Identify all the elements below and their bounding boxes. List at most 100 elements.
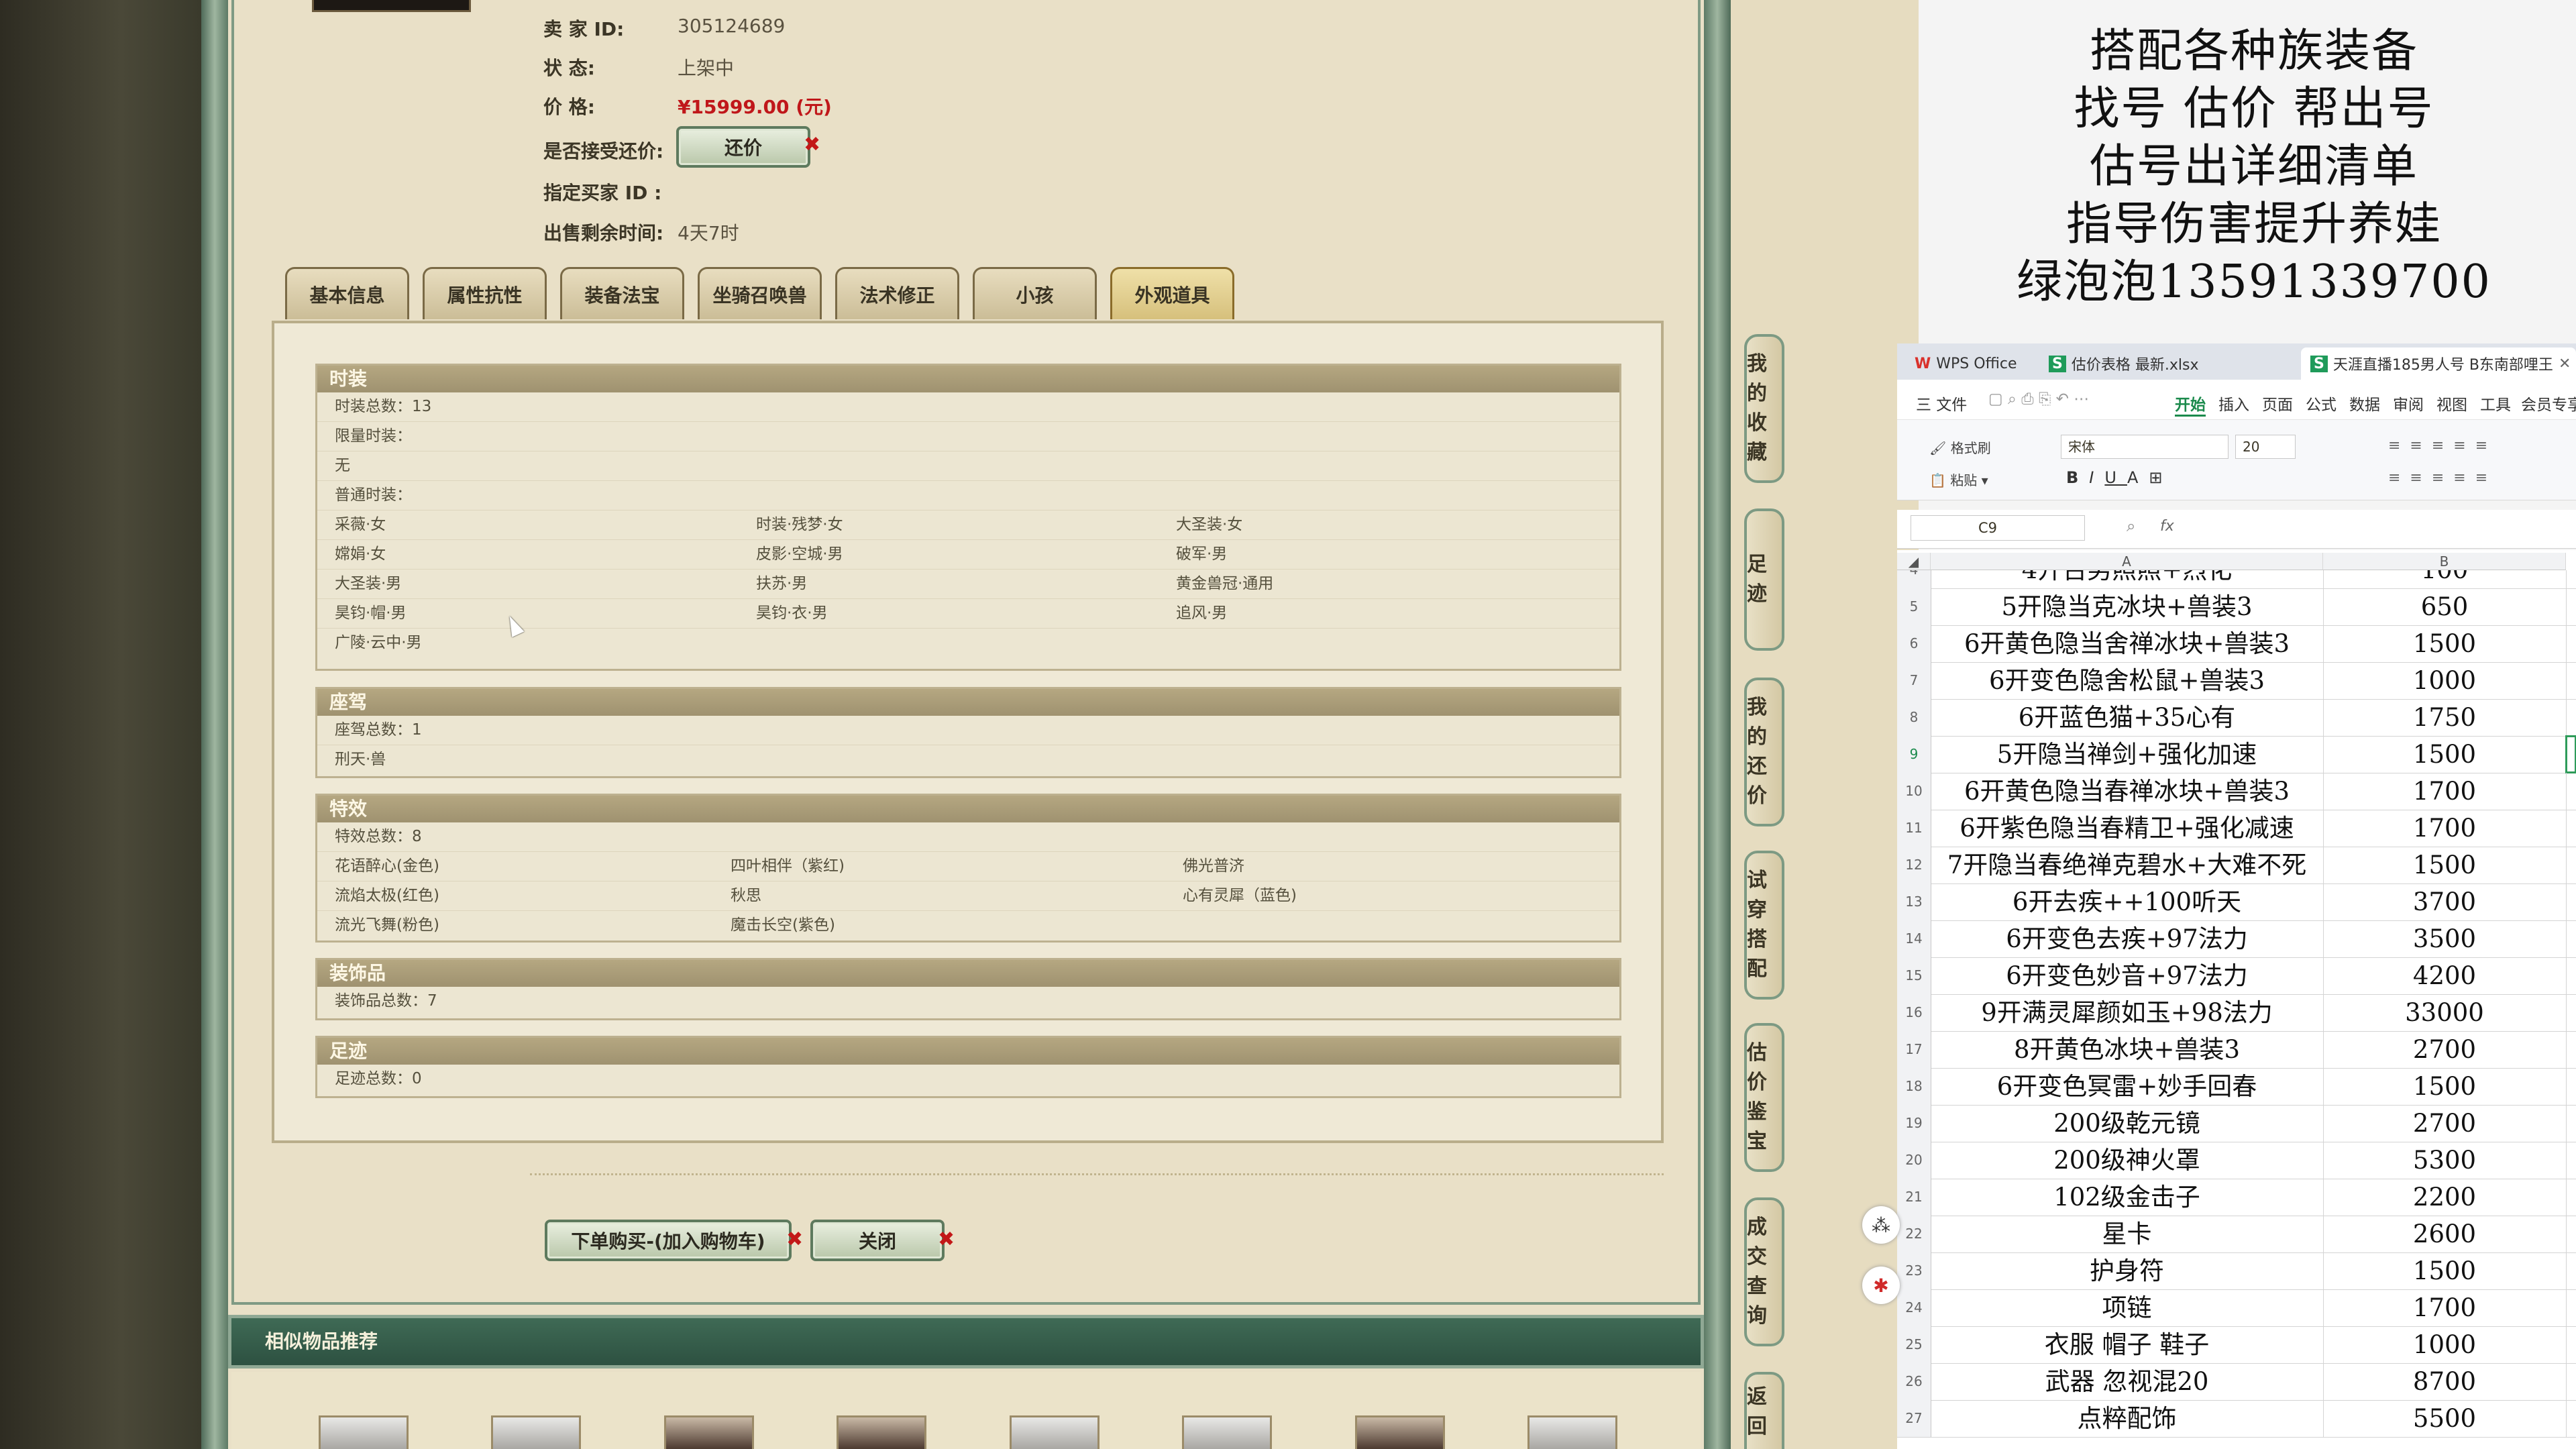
cell-b[interactable]: 33000 [2323,994,2567,1031]
font-name-select[interactable]: 宋体 [2061,435,2229,459]
buy-button[interactable]: 下单购买-(加入购物车) [545,1220,792,1261]
menu-page[interactable]: 页面 [2262,392,2293,415]
menu-formula[interactable]: 公式 [2306,392,2337,415]
cell-a[interactable]: 星卡 [1931,1216,2324,1252]
row-number[interactable]: 25 [1897,1326,1931,1363]
quick-toolbar-icons[interactable]: ▢ ⌕ ⎙ ⎘ ↶ ⋯ [1988,390,2089,408]
corner-cell[interactable]: ◢ [1897,553,1931,570]
cell-a[interactable]: 6开黄色隐当春禅冰块+兽装3 [1931,773,2324,810]
item-thumbnail[interactable] [1355,1415,1445,1449]
item-thumbnail[interactable] [664,1415,754,1449]
menu-vip[interactable]: 会员专享 [2521,392,2576,415]
item-thumbnail[interactable] [837,1415,926,1449]
menu-view[interactable]: 视图 [2436,392,2467,415]
cell-b[interactable]: 1700 [2323,810,2567,847]
cell-a[interactable]: 6开黄色隐当舍禅冰块+兽装3 [1931,625,2324,662]
row-number[interactable]: 18 [1897,1068,1931,1105]
side-tab-my-bargains[interactable]: 我的还价 [1744,678,1784,826]
item-thumbnail[interactable] [1010,1415,1099,1449]
menu-insert[interactable]: 插入 [2218,392,2249,415]
cell-b[interactable]: 1750 [2323,699,2567,736]
cell-a[interactable]: 6开变色冥雷+妙手回春 [1931,1068,2324,1105]
cell-a[interactable]: 7开隐当春绝禅克碧水+大难不死 [1931,847,2324,883]
fx-icon[interactable]: fx [2160,518,2174,535]
bargain-button[interactable]: 还价 [676,126,810,168]
cell-a[interactable]: 200级乾元镜 [1931,1105,2324,1142]
float-share-icon[interactable]: ✱ [1862,1267,1900,1304]
cell-b[interactable]: 1700 [2323,1289,2567,1326]
row-number[interactable]: 22 [1897,1216,1931,1252]
side-tab-deals[interactable]: 成交查询 [1744,1197,1784,1346]
row-number[interactable]: 9 [1897,736,1931,773]
item-thumbnail[interactable] [1527,1415,1617,1449]
row-number[interactable]: 13 [1897,883,1931,920]
cell-a[interactable]: 武器 忽视混20 [1931,1363,2324,1400]
tab-equipment[interactable]: 装备法宝 [560,267,684,319]
cell-b[interactable]: 5500 [2323,1400,2567,1437]
cell-b[interactable]: 8700 [2323,1363,2567,1400]
menu-review[interactable]: 审阅 [2393,392,2424,415]
cell-a[interactable]: 护身符 [1931,1252,2324,1289]
side-tab-favorites[interactable]: 我的收藏 [1744,334,1784,483]
cell-a[interactable]: 点粹配饰 [1931,1400,2324,1437]
paste-button[interactable]: 📋 粘贴 ▾ [1929,470,1988,489]
tab-mounts-pets[interactable]: 坐骑召唤兽 [698,267,822,319]
cell-a[interactable]: 6开变色去疾+97法力 [1931,920,2324,957]
cell-b[interactable]: 1500 [2323,1068,2567,1105]
alignment-buttons[interactable]: ≡≡≡≡≡ [2388,470,2497,486]
side-tab-back[interactable]: 返回 [1744,1372,1784,1449]
cell-a[interactable]: 6开变色妙音+97法力 [1931,957,2324,994]
zoom-icon[interactable]: ⌕ [2127,517,2135,535]
float-tool-icon[interactable]: ⁂ [1862,1206,1900,1244]
close-button[interactable]: 关闭 [810,1220,945,1261]
cell-b[interactable]: 1500 [2323,625,2567,662]
name-box[interactable]: C9 [1911,515,2085,541]
side-tab-appraise[interactable]: 估价鉴宝 [1744,1023,1784,1172]
row-number[interactable]: 19 [1897,1105,1931,1142]
cell-b[interactable]: 5300 [2323,1142,2567,1179]
text-style-buttons[interactable]: BIUA⊞ [2066,468,2173,487]
menu-home[interactable]: 开始 [2175,392,2206,417]
row-number[interactable]: 24 [1897,1289,1931,1326]
tab-child[interactable]: 小孩 [973,267,1097,319]
row-number[interactable]: 5 [1897,588,1931,625]
cell-b[interactable]: 2700 [2323,1105,2567,1142]
cell-a[interactable]: 5开隐当克冰块+兽装3 [1931,588,2324,625]
menu-file[interactable]: 三 文件 [1916,392,1967,415]
cell-a[interactable]: 102级金击子 [1931,1179,2324,1216]
cell-a[interactable]: 6开紫色隐当春精卫+强化减速 [1931,810,2324,847]
row-number[interactable]: 7 [1897,662,1931,699]
cell-b[interactable]: 1500 [2323,736,2567,773]
column-header-b[interactable]: B [2323,553,2566,570]
item-thumbnail[interactable] [319,1415,409,1449]
cell-a[interactable]: 200级神火罩 [1931,1142,2324,1179]
selected-cell[interactable] [2565,735,2576,773]
tab-attributes[interactable]: 属性抗性 [423,267,547,319]
cell-b[interactable]: 1500 [2323,847,2567,883]
format-painter-button[interactable]: 🖌 格式刷 [1929,437,1991,457]
cell-a[interactable]: 8开黄色冰块+兽装3 [1931,1031,2324,1068]
row-number[interactable]: 23 [1897,1252,1931,1289]
cell-b[interactable]: 2600 [2323,1216,2567,1252]
cell-b[interactable]: 3700 [2323,883,2567,920]
row-number[interactable]: 8 [1897,699,1931,736]
row-number[interactable]: 14 [1897,920,1931,957]
tab-xlsx-2[interactable]: S 天涯直播185男人号 B东南部哩王 ✕ [2301,347,2576,380]
alignment-buttons[interactable]: ≡≡≡≡≡ [2388,437,2497,454]
side-tab-footprints[interactable]: 足迹 [1744,508,1784,651]
cell-b[interactable]: 1700 [2323,773,2567,810]
cell-b[interactable]: 650 [2323,588,2567,625]
cell-a[interactable]: 9开满灵犀颜如玉+98法力 [1931,994,2324,1031]
side-tab-try-on[interactable]: 试穿搭配 [1744,851,1784,1000]
cell-b[interactable]: 4200 [2323,957,2567,994]
cell-b[interactable]: 2200 [2323,1179,2567,1216]
cell-a[interactable]: 4开召男照照+烈化 [1931,570,2324,588]
row-number[interactable]: 12 [1897,847,1931,883]
row-number[interactable]: 17 [1897,1031,1931,1068]
font-size-select[interactable]: 20 [2235,435,2296,459]
tab-appearance[interactable]: 外观道具 [1110,267,1234,319]
cell-a[interactable]: 衣服 帽子 鞋子 [1931,1326,2324,1363]
tab-spell-mod[interactable]: 法术修正 [835,267,959,319]
row-number[interactable]: 15 [1897,957,1931,994]
cell-a[interactable]: 项链 [1931,1289,2324,1326]
